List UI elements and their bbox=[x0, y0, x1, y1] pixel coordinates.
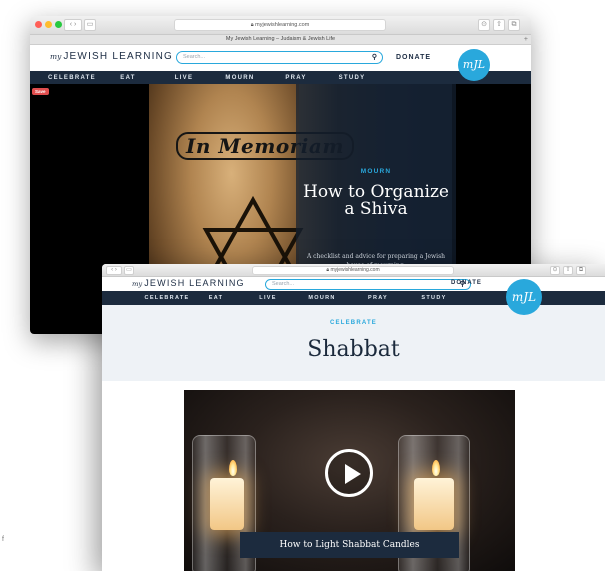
search-input[interactable]: Search... ⚲ bbox=[176, 51, 383, 64]
download-icon[interactable]: ⊙ bbox=[550, 266, 560, 275]
category-title: Shabbat bbox=[307, 337, 400, 362]
nav-item-mourn[interactable]: MOURN bbox=[212, 75, 268, 81]
site-header: my JEWISH LEARNING Search... ⚲ DONATE mJL bbox=[30, 45, 531, 81]
tab-strip: My Jewish Learning – Judaism & Jewish Li… bbox=[30, 35, 531, 45]
hero-eyebrow[interactable]: MOURN bbox=[296, 168, 456, 175]
video-player[interactable]: How to Light Shabbat Candles bbox=[184, 390, 515, 571]
flame-right-icon bbox=[432, 460, 440, 476]
sidebar-icon[interactable]: ▭ bbox=[124, 266, 134, 275]
nav-item-study[interactable]: STUDY bbox=[324, 75, 380, 81]
search-input[interactable]: Search... ⚲ bbox=[265, 279, 471, 290]
window-controls bbox=[35, 21, 62, 28]
browser-window-front: ‹ › ▭ 🔒︎ myjewishlearning.com ⊙ ⇧ ⧉ my JE… bbox=[102, 264, 605, 571]
main-nav: CELEBRATE EAT LIVE MOURN PRAY STUDY bbox=[30, 71, 531, 84]
title-bar: ‹ › ▭ 🔒︎ myjewishlearning.com ⊙ ⇧ ⧉ bbox=[102, 264, 605, 277]
nav-item-eat[interactable]: EAT bbox=[100, 75, 156, 81]
nav-item-pray[interactable]: PRAY bbox=[350, 295, 406, 301]
title-bar: ‹ › ▭ 🔒︎ myjewishlearning.com ⊙ ⇧ ⧉ bbox=[30, 16, 531, 35]
hero-title[interactable]: How to Organize a Shiva bbox=[296, 184, 456, 218]
site-logo[interactable]: my JEWISH LEARNING bbox=[50, 51, 173, 62]
download-icon[interactable]: ⊙ bbox=[478, 19, 490, 31]
candle-right bbox=[414, 478, 454, 530]
url-text: myjewishlearning.com bbox=[255, 22, 310, 28]
zoom-icon[interactable] bbox=[55, 21, 62, 28]
share-icon[interactable]: ⇧ bbox=[493, 19, 505, 31]
tabs-icon[interactable]: ⧉ bbox=[576, 266, 586, 275]
back-forward-buttons[interactable]: ‹ › bbox=[64, 19, 82, 31]
nav-item-pray[interactable]: PRAY bbox=[268, 75, 324, 81]
mjl-badge-icon[interactable]: mJL bbox=[458, 49, 490, 81]
nav-item-eat[interactable]: EAT bbox=[190, 295, 242, 301]
nav-item-mourn[interactable]: MOURN bbox=[294, 295, 350, 301]
minimize-icon[interactable] bbox=[45, 21, 52, 28]
nav-item-study[interactable]: STUDY bbox=[406, 295, 462, 301]
close-icon[interactable] bbox=[35, 21, 42, 28]
search-icon[interactable]: ⚲ bbox=[372, 52, 377, 63]
nav-item-celebrate[interactable]: CELEBRATE bbox=[44, 75, 100, 81]
nav-item-celebrate[interactable]: CELEBRATE bbox=[144, 295, 190, 301]
share-icon[interactable]: ⇧ bbox=[563, 266, 573, 275]
back-forward-buttons[interactable]: ‹ › bbox=[106, 266, 122, 275]
video-caption[interactable]: How to Light Shabbat Candles bbox=[240, 532, 459, 558]
address-bar[interactable]: 🔒︎ myjewishlearning.com bbox=[252, 266, 454, 275]
tab-title[interactable]: My Jewish Learning – Judaism & Jewish Li… bbox=[226, 36, 335, 42]
search-placeholder: Search... bbox=[183, 54, 206, 60]
nav-item-live[interactable]: LIVE bbox=[156, 75, 212, 81]
new-tab-icon[interactable]: + bbox=[524, 35, 528, 44]
search-placeholder: Search... bbox=[272, 281, 295, 287]
nav-item-live[interactable]: LIVE bbox=[242, 295, 294, 301]
sidebar-icon[interactable]: ▭ bbox=[84, 19, 96, 31]
flame-left-icon bbox=[229, 460, 237, 476]
play-button-icon[interactable] bbox=[325, 449, 373, 497]
site-logo[interactable]: my JEWISH LEARNING bbox=[132, 278, 245, 288]
donate-button[interactable]: DONATE bbox=[451, 280, 482, 286]
edge-mark: f bbox=[2, 536, 4, 543]
category-eyebrow[interactable]: CELEBRATE bbox=[102, 320, 605, 326]
candle-left bbox=[210, 478, 244, 530]
category-header: CELEBRATE Shabbat bbox=[102, 305, 605, 381]
address-bar[interactable]: 🔒︎ myjewishlearning.com bbox=[174, 19, 386, 31]
save-button[interactable]: Save bbox=[32, 88, 49, 95]
tabs-icon[interactable]: ⧉ bbox=[508, 19, 520, 31]
site-header: my JEWISH LEARNING Search... ⚲ DONATE mJL bbox=[102, 277, 605, 315]
donate-button[interactable]: DONATE bbox=[396, 54, 431, 61]
url-text: myjewishlearning.com bbox=[330, 267, 380, 273]
mjl-badge-icon[interactable]: mJL bbox=[506, 279, 542, 315]
